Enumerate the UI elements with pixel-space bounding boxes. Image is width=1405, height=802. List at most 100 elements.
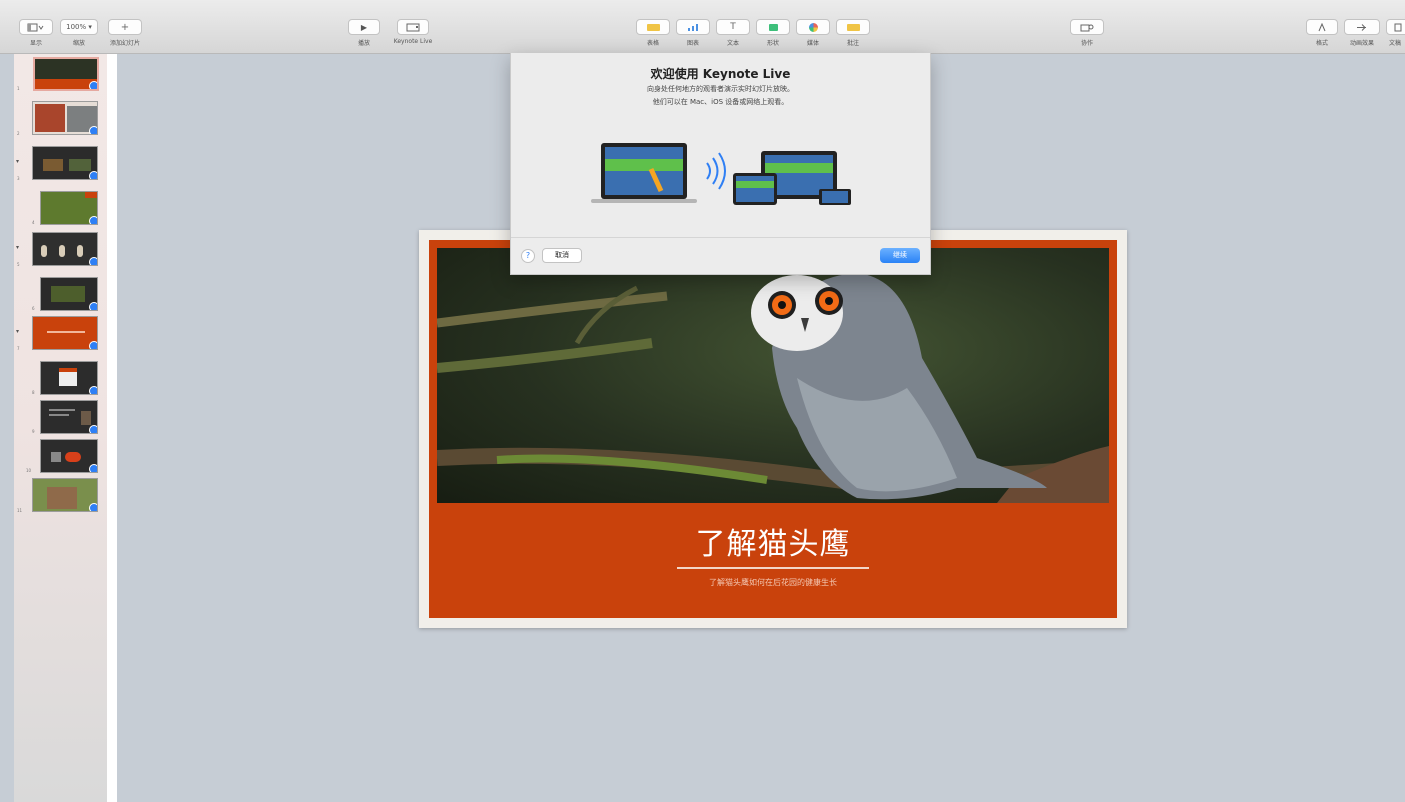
plus-icon: + [120,21,130,33]
build-badge-icon [89,216,97,224]
keynote-live-control[interactable]: Keynote Live [390,19,436,45]
collaborate-button[interactable] [1070,19,1104,35]
media-control[interactable]: 媒体 [796,19,830,47]
thumb-photo [51,452,61,462]
popover-footer: ? 取消 继续 [511,237,930,274]
slide-thumb-1[interactable] [33,57,99,91]
continue-button[interactable]: 继续 [880,248,920,263]
view-button[interactable] [19,19,53,35]
slide-number: 8 [32,390,35,395]
animate-button[interactable] [1344,19,1380,35]
table-button[interactable] [636,19,670,35]
thumb-line [47,331,85,333]
shape-button[interactable] [756,19,790,35]
text-icon: T [730,22,736,32]
play-button[interactable]: ▶ [348,19,380,35]
chart-control[interactable]: 图表 [676,19,710,47]
thumb-line [49,409,75,411]
disclosure-triangle-icon[interactable]: ▾ [16,158,19,165]
format-button[interactable] [1306,19,1338,35]
keynote-live-button[interactable] [397,19,429,35]
slide-subtitle[interactable]: 了解猫头鹰如何在后花园的健康生长 [437,577,1109,588]
media-button[interactable] [796,19,830,35]
document-icon [1394,23,1402,31]
disclosure-triangle-icon[interactable]: ▾ [16,328,19,335]
view-control[interactable]: 显示 [19,19,53,47]
thumb-band [85,192,97,198]
text-control[interactable]: T 文本 [716,19,750,47]
slide-thumb-4[interactable] [40,191,98,225]
shape-control[interactable]: 形状 [756,19,790,47]
slide-border: 了解猫头鹰 了解猫头鹰如何在后花园的健康生长 [429,240,1117,618]
build-badge-icon [89,386,97,394]
thumb-band [35,79,97,89]
chart-label: 图表 [686,40,699,47]
add-slide-control[interactable]: + 添加幻灯片 [108,19,142,47]
animate-control[interactable]: 动画效果 [1344,19,1380,47]
owl-photo-illustration [437,273,1109,503]
chart-icon [688,23,698,31]
build-badge-icon [89,464,97,472]
popover-description-line2: 他们可以在 Mac、iOS 设备或网络上观看。 [652,98,789,106]
animate-icon [1357,23,1366,31]
text-label: 文本 [726,40,739,47]
build-badge-icon [89,126,97,134]
format-brush-icon [1318,22,1326,31]
thumb-photo [43,159,63,171]
collaborate-label: 协作 [1080,40,1093,47]
table-control[interactable]: 表格 [636,19,670,47]
disclosure-triangle-icon[interactable]: ▾ [16,244,19,251]
zoom-select[interactable]: 100% ▾ [60,19,98,35]
build-badge-icon [89,425,97,433]
media-icon [808,22,818,32]
slide-thumb-7[interactable] [32,316,98,350]
slide-thumb-2[interactable] [32,101,98,135]
document-control[interactable]: 文稿 [1386,19,1405,47]
zoom-control[interactable]: 100% ▾ 缩放 [60,19,98,47]
slide-canvas[interactable]: 了解猫头鹰 了解猫头鹰如何在后花园的健康生长 [419,230,1127,628]
thumb-shape [65,452,81,462]
cancel-button[interactable]: 取消 [542,248,582,263]
build-badge-icon [89,302,97,310]
comment-label: 批注 [846,40,859,47]
slide-title[interactable]: 了解猫头鹰 [437,519,1109,563]
slide-number: 6 [32,306,35,311]
play-label: 播放 [357,40,370,47]
format-control[interactable]: 格式 [1306,19,1338,47]
comment-button[interactable] [836,19,870,35]
slide-number: 9 [32,429,35,434]
add-slide-label: 添加幻灯片 [109,40,140,47]
slide-number: 2 [17,131,20,136]
keynote-live-label: Keynote Live [393,38,433,45]
collaborate-icon [1080,24,1094,31]
thumb-photo [69,159,91,171]
text-button[interactable]: T [716,19,750,35]
slide-thumb-11[interactable] [32,478,98,512]
thumb-figure [41,245,47,257]
document-button[interactable] [1386,19,1405,35]
slide-thumb-5[interactable] [32,232,98,266]
slide-thumb-8[interactable] [40,361,98,395]
slide-thumb-3[interactable] [32,146,98,180]
owl-photo[interactable] [437,248,1109,503]
chart-button[interactable] [676,19,710,35]
build-badge-icon [89,257,97,265]
thumb-photo [35,59,97,79]
play-control[interactable]: ▶ 播放 [348,19,380,47]
thumb-photo [81,411,91,425]
sidebar-view-icon [27,23,44,31]
collaborate-control[interactable]: 协作 [1070,19,1104,47]
slide-number: 4 [32,220,35,225]
slide-thumb-9[interactable] [40,400,98,434]
shape-label: 形状 [766,40,779,47]
comment-control[interactable]: 批注 [836,19,870,47]
help-button[interactable]: ? [521,249,535,263]
slide-thumb-10[interactable] [40,439,98,473]
play-icon: ▶ [360,22,368,32]
add-slide-button[interactable]: + [108,19,142,35]
slide-number: 1 [17,86,20,91]
slide-thumb-6[interactable] [40,277,98,311]
thumb-figure [77,245,83,257]
build-badge-icon [89,341,97,349]
shape-icon [768,23,778,31]
